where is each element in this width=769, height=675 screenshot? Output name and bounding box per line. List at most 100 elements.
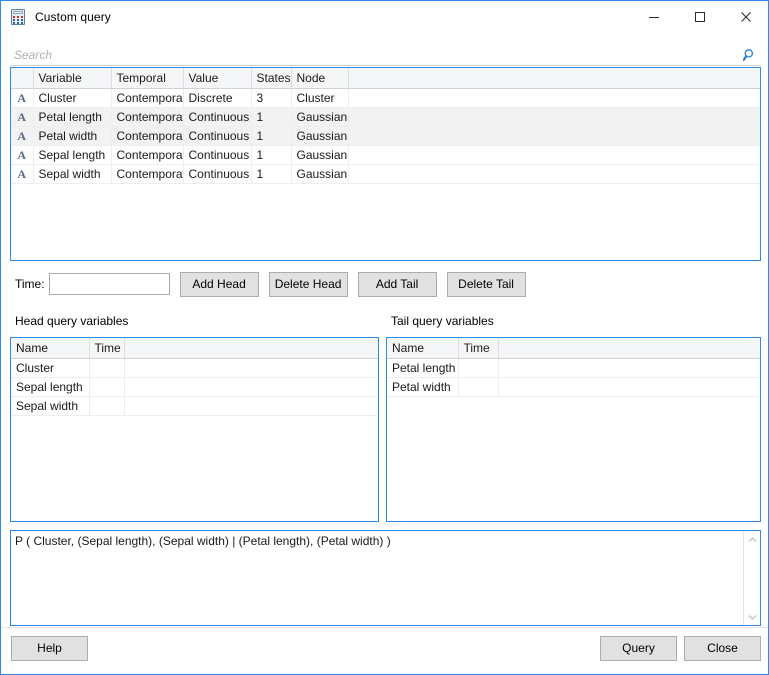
scroll-up-icon[interactable] [744,531,760,548]
head-cell-filler [124,358,378,378]
add-tail-button[interactable]: Add Tail [357,271,437,297]
table-row[interactable]: A Sepal width Contemporal Continuous 1 G… [11,164,760,184]
table-row[interactable]: A Cluster Contemporal Discrete 3 Cluster [11,88,760,108]
cell-states: 1 [251,107,292,127]
time-row: Time: Add Head Delete Head Add Tail Dele… [15,271,526,297]
head-query-table: Name Time Cluster Sepal length Sepal wid… [11,338,378,416]
column-header-variable[interactable]: Variable [33,68,112,89]
cell-filler [348,88,760,108]
cell-variable: Cluster [33,88,112,108]
calculator-icon [10,9,26,25]
list-item[interactable]: Sepal width [11,396,378,416]
tail-query-variables-label: Tail query variables [391,314,494,328]
window-title: Custom query [35,10,111,24]
table-row[interactable]: A Petal width Contemporal Continuous 1 G… [11,126,760,146]
list-item[interactable]: Petal length [387,358,760,378]
close-button[interactable]: Close [684,636,761,661]
tail-cell-filler [498,377,760,397]
column-header-value[interactable]: Value [183,68,252,89]
dialog-footer: Help Query Close [2,627,768,673]
delete-tail-button[interactable]: Delete Tail [446,271,526,297]
head-cell-name: Sepal width [11,396,90,416]
add-head-button[interactable]: Add Head [179,271,259,297]
head-column-header-name[interactable]: Name [11,338,90,359]
cell-value: Continuous [183,107,252,127]
tail-cell-name: Petal length [387,358,459,378]
cell-temporal: Contemporal [111,107,184,127]
cell-filler [348,126,760,146]
window-controls [631,2,768,32]
scroll-down-icon[interactable] [744,608,760,625]
variable-type-icon: A [11,107,34,127]
column-header-node[interactable]: Node [291,68,349,89]
head-cell-name: Sepal length [11,377,90,397]
column-header-icon[interactable] [11,68,34,89]
search-bar [10,44,761,66]
column-header-filler [348,68,760,89]
variable-grid[interactable]: Variable Temporal Value States Node A Cl… [10,67,761,261]
variable-type-icon: A [11,164,34,184]
variable-type-icon: A [11,145,34,165]
list-item[interactable]: Cluster [11,358,378,378]
delete-head-button[interactable]: Delete Head [268,271,348,297]
query-expression-box[interactable]: P ( Cluster, (Sepal length), (Sepal widt… [10,530,761,626]
close-icon[interactable] [723,2,768,32]
cell-variable: Petal width [33,126,112,146]
cell-states: 1 [251,126,292,146]
variable-table: Variable Temporal Value States Node A Cl… [11,68,760,184]
cell-temporal: Contemporal [111,145,184,165]
tail-cell-time [458,377,499,397]
cell-node: Gaussian [291,126,349,146]
minimize-icon[interactable] [631,2,677,32]
cell-value: Continuous [183,145,252,165]
cell-node: Gaussian [291,145,349,165]
cell-filler [348,107,760,127]
search-input[interactable] [10,45,739,64]
cell-temporal: Contemporal [111,88,184,108]
head-query-variables-grid[interactable]: Name Time Cluster Sepal length Sepal wid… [10,337,379,522]
tail-column-header-time[interactable]: Time [458,338,499,359]
cell-states: 3 [251,88,292,108]
maximize-icon[interactable] [677,2,723,32]
cell-states: 1 [251,164,292,184]
cell-node: Gaussian [291,107,349,127]
column-header-states[interactable]: States [251,68,292,89]
tail-column-header-name[interactable]: Name [387,338,459,359]
time-label: Time: [15,277,45,291]
list-item[interactable]: Sepal length [11,377,378,397]
title-bar: Custom query [2,2,768,32]
head-cell-time [89,396,125,416]
tail-query-table: Name Time Petal length Petal width [387,338,760,397]
time-input[interactable] [48,273,170,295]
tail-cell-time [458,358,499,378]
search-icon[interactable] [739,45,761,65]
head-cell-time [89,377,125,397]
query-expression-text: P ( Cluster, (Sepal length), (Sepal widt… [15,534,391,548]
cell-value: Continuous [183,126,252,146]
tail-cell-name: Petal width [387,377,459,397]
cell-states: 1 [251,145,292,165]
variable-table-header-row: Variable Temporal Value States Node [11,68,760,89]
list-item[interactable]: Petal width [387,377,760,397]
head-cell-name: Cluster [11,358,90,378]
cell-temporal: Contemporal [111,126,184,146]
head-table-header-row: Name Time [11,338,378,359]
head-column-header-time[interactable]: Time [89,338,125,359]
query-button[interactable]: Query [600,636,677,661]
table-row[interactable]: A Sepal length Contemporal Continuous 1 … [11,145,760,165]
tail-cell-filler [498,358,760,378]
table-row[interactable]: A Petal length Contemporal Continuous 1 … [11,107,760,127]
head-cell-time [89,358,125,378]
variable-type-icon: A [11,88,34,108]
cell-variable: Sepal length [33,145,112,165]
expression-scrollbar[interactable] [743,531,760,625]
help-button[interactable]: Help [11,636,88,661]
custom-query-dialog: Custom query Search Variable Temporal Va… [0,0,769,675]
tail-query-variables-grid[interactable]: Name Time Petal length Petal width [386,337,761,522]
head-query-variables-label: Head query variables [15,314,129,328]
variable-type-icon: A [11,126,34,146]
head-column-header-filler [124,338,378,359]
column-header-temporal[interactable]: Temporal [111,68,184,89]
cell-temporal: Contemporal [111,164,184,184]
cell-value: Continuous [183,164,252,184]
